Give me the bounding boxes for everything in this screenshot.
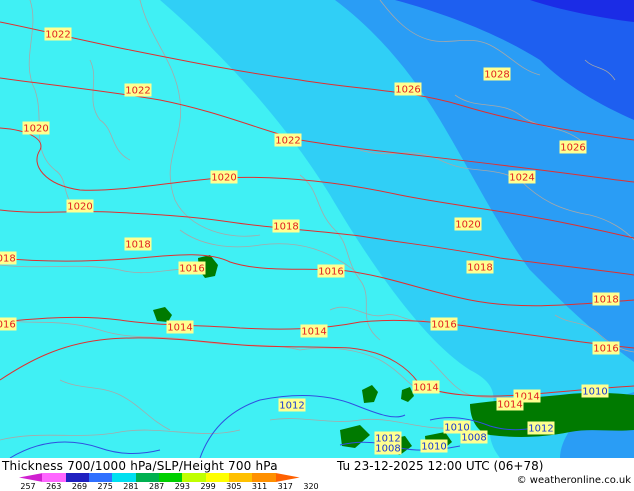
isobar-label-text: 1014 bbox=[167, 323, 192, 334]
chart-footer: Thickness 700/1000 hPa/SLP/Height 700 hP… bbox=[0, 458, 634, 491]
isobar-label: 1014 bbox=[166, 320, 194, 334]
isobar-label-text: 1020 bbox=[211, 173, 236, 184]
isobar-label-text: 1014 bbox=[497, 400, 522, 411]
isobar-label-text: 1020 bbox=[455, 220, 480, 231]
isobar-label-text: 1012 bbox=[528, 424, 553, 435]
isobar-label-text: 1010 bbox=[582, 387, 607, 398]
color-scale-segment bbox=[135, 473, 160, 482]
isobar-label-text: 1020 bbox=[23, 124, 48, 135]
map-canvas: 1022 1022 1022 1020 1020 1020 1020 1018 1018 1018… bbox=[0, 0, 634, 458]
isobar-label: 1014 bbox=[412, 380, 440, 394]
isobar-label: 1020 bbox=[66, 199, 94, 213]
isobar-label-text: 1014 bbox=[301, 327, 326, 338]
isobar-label: 1020 bbox=[22, 121, 50, 135]
isobar-label-text: 1026 bbox=[560, 143, 585, 154]
isobar-label-text: 1016 bbox=[0, 320, 16, 331]
isobar-label: 1012 bbox=[278, 398, 306, 412]
color-scale-segment bbox=[112, 473, 137, 482]
isobar-label-text: 1010 bbox=[421, 442, 446, 453]
color-scale-segment bbox=[275, 473, 300, 482]
isobar-label-text: 1022 bbox=[45, 30, 70, 41]
isobar-label: 1016 bbox=[592, 341, 620, 355]
color-scale-segment bbox=[19, 473, 43, 482]
isobar-label: 1012 bbox=[527, 421, 555, 435]
isobar-label: 1020 bbox=[210, 170, 238, 184]
isobar-label: 1014 bbox=[300, 324, 328, 338]
isobar-label: 1016 bbox=[178, 261, 206, 275]
isobar-label-text: 1022 bbox=[125, 86, 150, 97]
isobar-label: 1018 bbox=[466, 260, 494, 274]
isobar-label: 1026 bbox=[394, 82, 422, 96]
weather-chart: 1022 1022 1022 1020 1020 1020 1020 1018 1018 1018… bbox=[0, 0, 634, 491]
color-scale-segment bbox=[159, 473, 183, 482]
color-scale-segment bbox=[65, 473, 90, 482]
isobar-label-text: 1012 bbox=[279, 401, 304, 412]
isobar-label-text: 1018 bbox=[467, 263, 492, 274]
chart-title: Thickness 700/1000 hPa/SLP/Height 700 hP… bbox=[2, 459, 278, 473]
isobar-label-text: 1018 bbox=[125, 240, 150, 251]
isobar-label-text: 1016 bbox=[593, 344, 618, 355]
isobar-label: 1010 bbox=[581, 384, 609, 398]
color-scale bbox=[19, 473, 300, 482]
isobar-label-text: 1014 bbox=[413, 383, 438, 394]
color-scale-segment bbox=[182, 473, 207, 482]
isobar-label-text: 1016 bbox=[318, 267, 343, 278]
site-credit: © weatheronline.co.uk bbox=[516, 475, 631, 486]
isobar-label: 1008 bbox=[374, 441, 402, 455]
isobar-label: 1008 bbox=[460, 430, 488, 444]
isobar-label: 1016 bbox=[317, 264, 345, 278]
isobar-label-text: 1016 bbox=[431, 320, 456, 331]
isobar-label: 1016 bbox=[0, 317, 17, 331]
isobar-label-text: 1018 bbox=[273, 222, 298, 233]
isobar-label-text: 1018 bbox=[593, 295, 618, 306]
isobar-label: 1018 bbox=[124, 237, 152, 251]
isobar-label: 1010 bbox=[420, 439, 448, 453]
isobar-label: 1022 bbox=[274, 133, 302, 147]
isobar-label-text: 1024 bbox=[509, 173, 534, 184]
isobar-label: 1018 bbox=[0, 251, 17, 265]
isobar-label-text: 1018 bbox=[0, 254, 16, 265]
color-scale-segment bbox=[42, 473, 67, 482]
isobar-label: 1018 bbox=[272, 219, 300, 233]
isobar-label-text: 1008 bbox=[461, 433, 486, 444]
isobar-label: 1014 bbox=[496, 397, 524, 411]
isobar-label-text: 1022 bbox=[275, 136, 300, 147]
color-scale-segment bbox=[252, 473, 277, 482]
isobar-label: 1028 bbox=[483, 67, 511, 81]
isobar-label-text: 1020 bbox=[67, 202, 92, 213]
isobar-label-text: 1028 bbox=[484, 70, 509, 81]
isobar-label: 1022 bbox=[124, 83, 152, 97]
valid-time: Tu 23-12-2025 12:00 UTC (06+78) bbox=[337, 459, 544, 473]
color-scale-segment bbox=[89, 473, 113, 482]
isobar-label: 1022 bbox=[44, 27, 72, 41]
color-scale-segment bbox=[205, 473, 230, 482]
isobar-label: 1018 bbox=[592, 292, 620, 306]
isobar-label: 1026 bbox=[559, 140, 587, 154]
isobar-label: 1016 bbox=[430, 317, 458, 331]
isobar-label-text: 1026 bbox=[395, 85, 420, 96]
isobar-label-text: 1008 bbox=[375, 444, 400, 455]
isobar-label: 1024 bbox=[508, 170, 536, 184]
color-scale-segment bbox=[229, 473, 253, 482]
isobar-label: 1020 bbox=[454, 217, 482, 231]
isobar-label-text: 1016 bbox=[179, 264, 204, 275]
